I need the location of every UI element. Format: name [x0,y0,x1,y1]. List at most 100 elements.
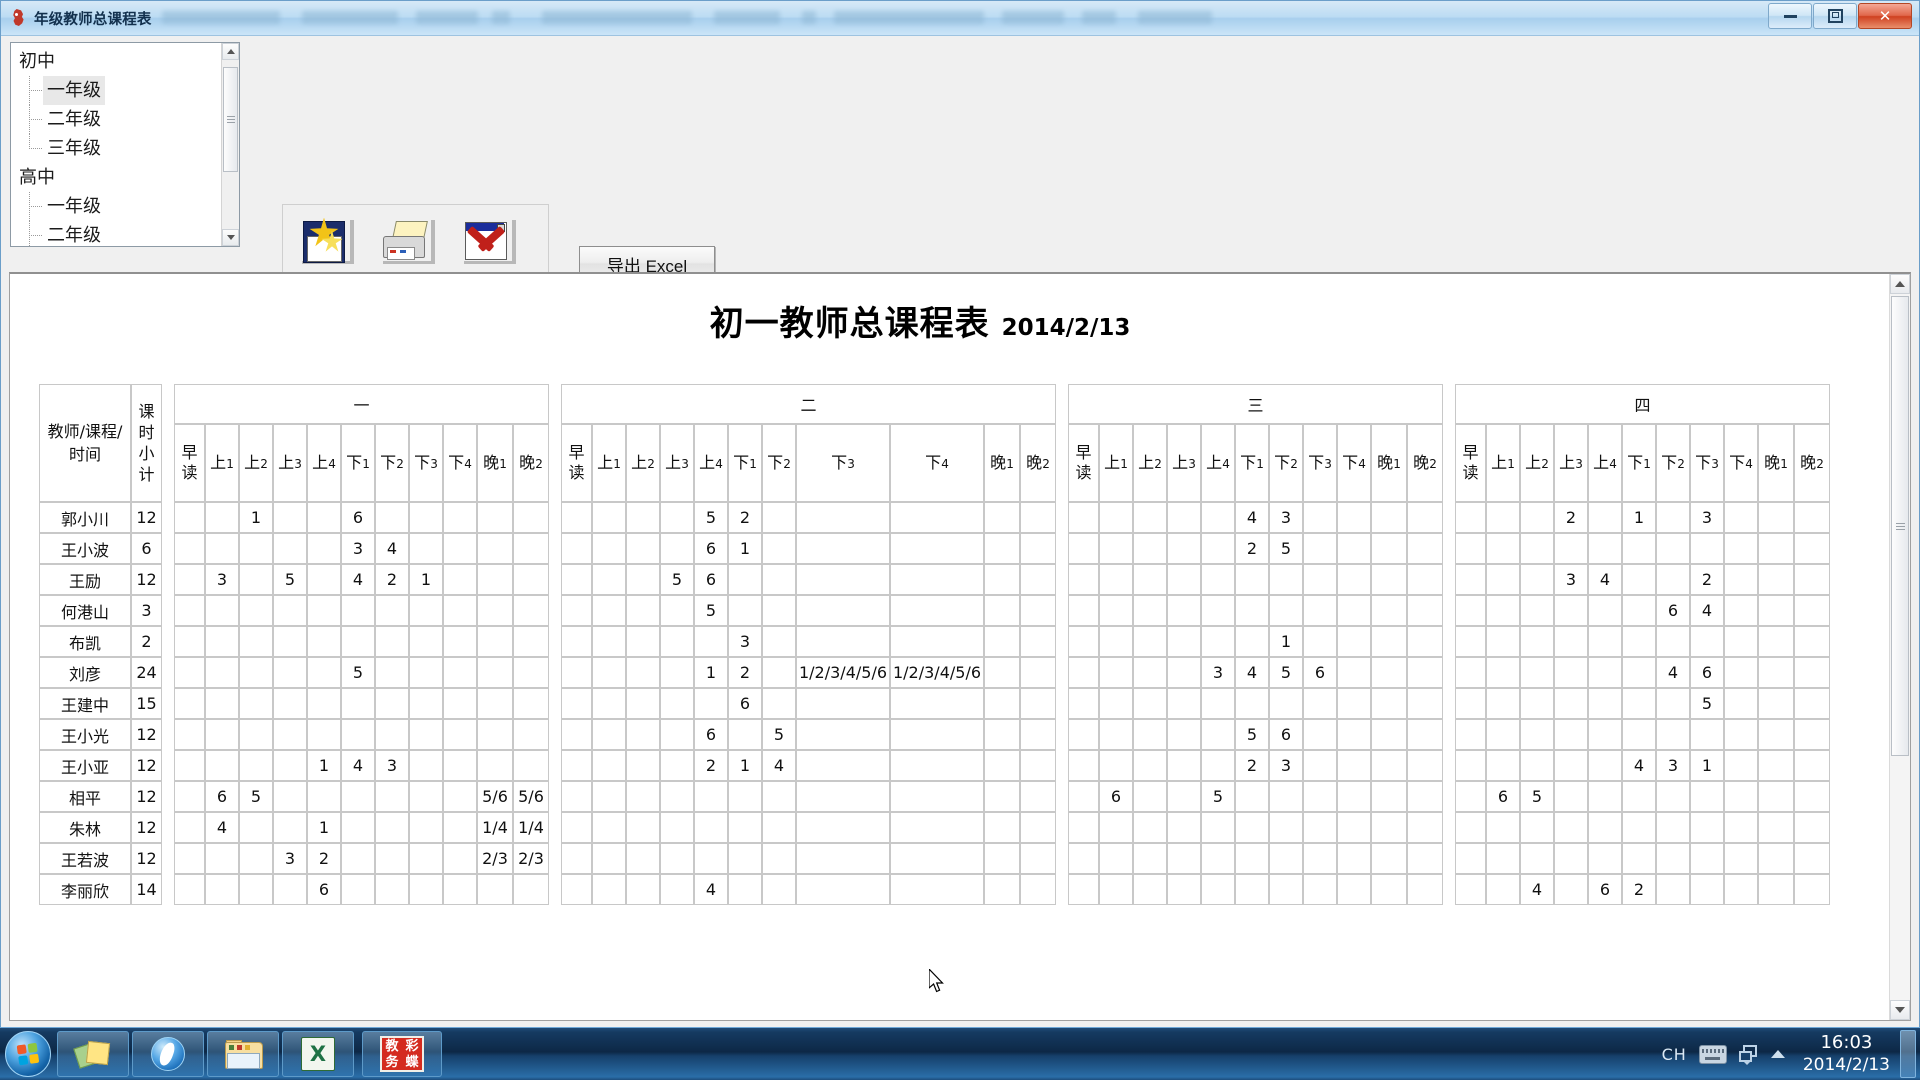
schedule-cell[interactable] [1133,874,1167,905]
schedule-cell[interactable] [1133,657,1167,688]
schedule-cell[interactable] [984,564,1020,595]
schedule-cell[interactable] [890,750,984,781]
schedule-cell[interactable]: 2 [1235,533,1269,564]
schedule-cell[interactable] [1758,595,1794,626]
schedule-cell[interactable] [443,874,477,905]
schedule-cell[interactable] [762,843,796,874]
schedule-cell[interactable] [626,657,660,688]
schedule-cell[interactable] [1407,781,1443,812]
schedule-cell[interactable] [205,657,239,688]
schedule-cell[interactable] [375,843,409,874]
schedule-cell[interactable]: 2 [728,657,762,688]
schedule-cell[interactable] [1455,874,1486,905]
schedule-cell[interactable] [1794,595,1830,626]
schedule-cell[interactable] [1201,533,1235,564]
ime-indicator[interactable]: CH [1662,1045,1687,1064]
schedule-cell[interactable] [660,502,694,533]
schedule-cell[interactable] [174,626,205,657]
minimize-button[interactable] [1768,3,1812,29]
schedule-cell[interactable]: 3 [375,750,409,781]
schedule-cell[interactable] [1201,595,1235,626]
schedule-cell[interactable] [984,719,1020,750]
schedule-cell[interactable] [205,626,239,657]
schedule-cell[interactable] [1201,502,1235,533]
schedule-cell[interactable] [561,781,592,812]
schedule-cell[interactable] [592,626,626,657]
schedule-cell[interactable] [443,533,477,564]
scroll-up-arrow-icon[interactable] [1890,274,1910,294]
schedule-cell[interactable] [890,812,984,843]
schedule-cell[interactable] [728,843,762,874]
table-row[interactable]: 王小波 6 3 4 6 1 2 5 [39,533,1830,564]
schedule-cell[interactable] [728,595,762,626]
schedule-cell[interactable] [1554,874,1588,905]
grade-tree-view[interactable]: 初中 一年级 二年级 三年级 高中 一年级 二年级 [10,42,240,247]
schedule-cell[interactable]: 1 [307,750,341,781]
schedule-cell[interactable] [1303,874,1337,905]
schedule-cell[interactable] [375,657,409,688]
schedule-cell[interactable] [796,533,890,564]
schedule-cell[interactable] [1758,750,1794,781]
schedule-cell[interactable] [341,781,375,812]
schedule-cell[interactable] [984,874,1020,905]
schedule-cell[interactable] [561,750,592,781]
schedule-cell[interactable] [1554,843,1588,874]
schedule-cell[interactable] [1588,843,1622,874]
schedule-cell[interactable] [1794,564,1830,595]
close-button[interactable]: ✕ [1858,3,1912,29]
schedule-cell[interactable] [1269,564,1303,595]
schedule-cell[interactable] [1167,564,1201,595]
schedule-cell[interactable] [890,719,984,750]
schedule-cell[interactable]: 1/4 [477,812,513,843]
schedule-cell[interactable] [341,812,375,843]
schedule-cell[interactable]: 4 [1690,595,1724,626]
schedule-cell[interactable] [1371,533,1407,564]
schedule-cell[interactable] [1690,843,1724,874]
schedule-cell[interactable] [1133,719,1167,750]
schedule-cell[interactable] [890,688,984,719]
schedule-cell[interactable] [1622,626,1656,657]
schedule-cell[interactable] [890,626,984,657]
schedule-cell[interactable] [1371,812,1407,843]
schedule-cell[interactable]: 4 [1588,564,1622,595]
schedule-cell[interactable] [1303,626,1337,657]
schedule-cell[interactable] [1724,874,1758,905]
schedule-cell[interactable] [1724,812,1758,843]
schedule-cell[interactable] [1554,812,1588,843]
schedule-cell[interactable] [174,719,205,750]
schedule-cell[interactable]: 6 [694,564,728,595]
schedule-cell[interactable] [1201,750,1235,781]
schedule-cell[interactable] [1486,843,1520,874]
schedule-cell[interactable] [513,657,549,688]
schedule-cell[interactable] [1690,812,1724,843]
schedule-cell[interactable] [341,595,375,626]
schedule-cell[interactable] [890,843,984,874]
schedule-cell[interactable]: 6 [694,533,728,564]
schedule-cell[interactable] [796,874,890,905]
schedule-cell[interactable] [375,688,409,719]
schedule-cell[interactable] [561,874,592,905]
schedule-cell[interactable] [1455,626,1486,657]
schedule-cell[interactable] [1622,595,1656,626]
schedule-cell[interactable]: 6 [1486,781,1520,812]
schedule-cell[interactable] [1622,688,1656,719]
schedule-cell[interactable] [174,595,205,626]
schedule-cell[interactable] [660,781,694,812]
schedule-cell[interactable] [205,688,239,719]
schedule-cell[interactable]: 2 [307,843,341,874]
schedule-cell[interactable] [307,781,341,812]
schedule-cell[interactable]: 2 [375,564,409,595]
schedule-cell[interactable] [1201,564,1235,595]
schedule-cell[interactable] [307,564,341,595]
schedule-cell[interactable] [626,564,660,595]
schedule-cell[interactable] [592,657,626,688]
schedule-cell[interactable]: 4 [205,812,239,843]
schedule-cell[interactable] [1371,502,1407,533]
schedule-cell[interactable] [561,564,592,595]
schedule-cell[interactable] [375,502,409,533]
schedule-cell[interactable]: 4 [341,750,375,781]
taskbar-item-sticky-notes[interactable] [57,1031,129,1077]
schedule-cell[interactable]: 6 [1269,719,1303,750]
schedule-cell[interactable] [796,812,890,843]
schedule-cell[interactable] [1337,812,1371,843]
